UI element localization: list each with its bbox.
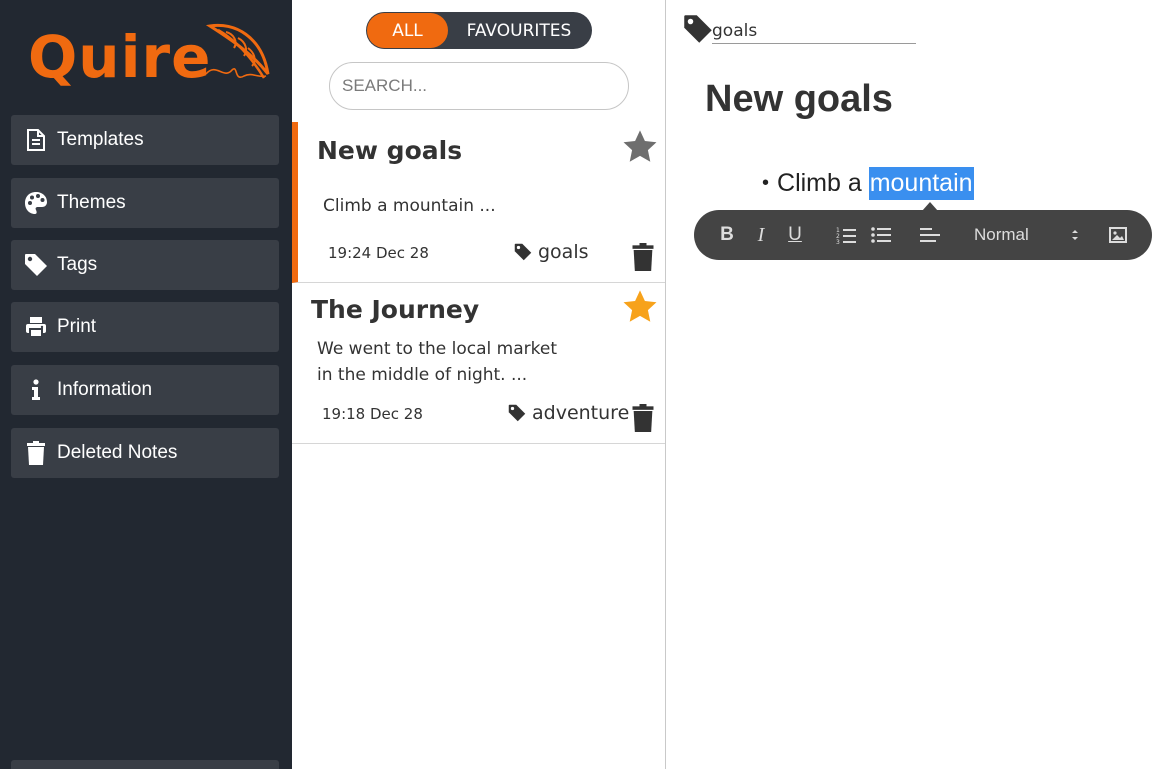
file-icon [23, 127, 49, 153]
note-title-heading[interactable]: New goals [705, 78, 893, 121]
app-logo: Quire [26, 18, 271, 98]
delete-trash-icon[interactable] [630, 404, 656, 432]
favourite-star-icon[interactable] [621, 288, 659, 326]
filter-all-button[interactable]: ALL [367, 13, 448, 48]
note-tag[interactable]: goals [514, 241, 589, 263]
app-logo-text: Quire [28, 23, 212, 91]
sidebar-item-print[interactable]: Print [11, 302, 279, 352]
sidebar-item-tags[interactable]: Tags [11, 240, 279, 290]
sidebar-item-label: Print [57, 316, 97, 337]
selected-text: mountain [868, 167, 974, 200]
favourite-star-icon[interactable] [621, 128, 659, 166]
note-card[interactable]: New goals Climb a mountain ... 19:24 Dec… [292, 122, 665, 283]
sidebar-item-label: Deleted Notes [57, 442, 178, 463]
sidebar-item-label: Themes [57, 192, 126, 213]
trash-icon [23, 440, 49, 466]
note-title: New goals [317, 136, 463, 165]
note-tag-label: adventure [532, 402, 630, 424]
tag-icon [23, 252, 49, 278]
format-select[interactable]: Normal [974, 222, 1084, 248]
tag-icon [514, 243, 532, 261]
delete-trash-icon[interactable] [630, 243, 656, 271]
sidebar-item-deleted-notes[interactable]: Deleted Notes [11, 428, 279, 478]
bullet-list-icon[interactable] [870, 222, 892, 248]
palette-icon [23, 190, 49, 216]
sidebar-item-themes[interactable]: Themes [11, 178, 279, 228]
bold-button[interactable]: B [718, 222, 736, 248]
sidebar-item-label: Templates [57, 129, 144, 150]
search-input[interactable] [329, 62, 629, 110]
filter-toggle: ALL FAVOURITES [366, 12, 592, 49]
printer-icon [23, 314, 49, 340]
filter-favourites-button[interactable]: FAVOURITES [454, 13, 584, 48]
image-icon[interactable] [1107, 222, 1129, 248]
note-editor: New goals • Climb a mountain B I U 123 N… [667, 0, 1174, 769]
note-preview: Climb a mountain ... [323, 196, 496, 216]
notes-list-pane: ALL FAVOURITES New goals Climb a mountai… [292, 0, 666, 769]
underline-button[interactable]: U [786, 222, 804, 248]
svg-text:3: 3 [836, 239, 840, 244]
note-card[interactable]: The Journey We went to the local market … [292, 283, 665, 444]
note-tag[interactable]: adventure [508, 402, 629, 424]
sidebar-item-partial[interactable] [11, 760, 279, 769]
tag-input[interactable] [712, 18, 916, 44]
format-toolbar: B I U 123 Normal [694, 210, 1152, 260]
info-icon [23, 377, 49, 403]
note-date: 19:18 Dec 28 [322, 405, 423, 423]
format-select-value: Normal [974, 225, 1029, 244]
sidebar-item-label: Information [57, 379, 153, 400]
tag-icon [508, 404, 526, 422]
ordered-list-icon[interactable]: 123 [835, 222, 857, 248]
sidebar-item-label: Tags [57, 254, 98, 275]
note-tag-label: goals [538, 241, 589, 263]
bullet-text: Climb a [777, 169, 869, 197]
sidebar-item-templates[interactable]: Templates [11, 115, 279, 165]
select-arrows-icon [1072, 230, 1078, 240]
sidebar-item-information[interactable]: Information [11, 365, 279, 415]
quill-icon [205, 23, 270, 79]
italic-button[interactable]: I [752, 222, 770, 248]
sidebar: Quire Templates Themes Tags Print Inform… [0, 0, 292, 769]
bullet-dot: • [762, 172, 770, 194]
align-left-icon[interactable] [919, 222, 941, 248]
tag-icon [684, 15, 712, 43]
note-preview-line1: We went to the local market [317, 339, 558, 359]
note-title: The Journey [311, 295, 480, 324]
note-date: 19:24 Dec 28 [328, 244, 429, 262]
note-bullet-item[interactable]: • Climb a mountain [762, 167, 974, 200]
note-preview-line2: in the middle of night. ... [317, 365, 528, 385]
